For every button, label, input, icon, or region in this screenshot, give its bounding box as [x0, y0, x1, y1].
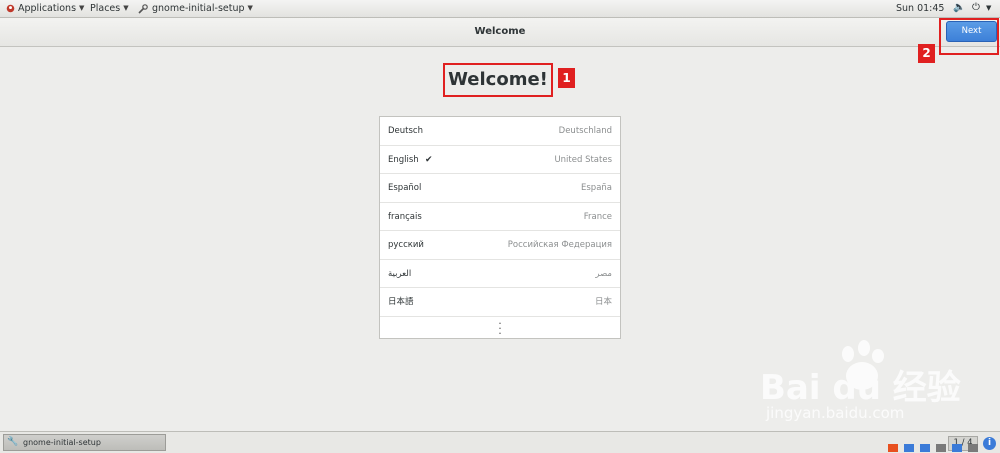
- language-name: Deutsch: [388, 126, 423, 136]
- language-country: 日本: [594, 297, 612, 307]
- more-vertical-icon: · · ·: [498, 316, 502, 340]
- language-country: France: [583, 211, 612, 222]
- wrench-icon: [138, 3, 148, 14]
- bottom-panel: 🔧 gnome-initial-setup 1 / 4 i: [0, 431, 1000, 453]
- language-country: España: [581, 183, 612, 193]
- top-panel: Applications ▼ Places ▼ gnome-initial-se…: [0, 0, 1000, 18]
- tray-strip: [888, 444, 1000, 452]
- app-menu[interactable]: gnome-initial-setup ▼: [137, 0, 253, 17]
- volume-icon[interactable]: 🔈: [953, 2, 965, 14]
- chevron-down-icon: ▼: [247, 4, 253, 12]
- header-title: Welcome: [474, 26, 526, 37]
- checkmark-icon: ✔: [425, 154, 433, 165]
- language-list: Deutsch Deutschland English ✔ United Sta…: [379, 116, 621, 339]
- watermark-main: Bai du 经验: [760, 368, 961, 408]
- tray-item-icon: [952, 444, 962, 452]
- annotation-box-2: [939, 18, 999, 55]
- language-row-francais[interactable]: français France: [380, 203, 620, 231]
- wrench-icon: 🔧: [7, 437, 19, 447]
- language-name: English: [388, 154, 419, 165]
- applications-menu[interactable]: Applications ▼: [6, 0, 84, 17]
- language-name: 日本語: [388, 297, 414, 307]
- places-label: Places: [90, 3, 121, 14]
- language-row-russian[interactable]: русский Российская Федерация: [380, 231, 620, 260]
- language-row-english[interactable]: English ✔ United States: [380, 146, 620, 174]
- tray-item-icon: [904, 444, 914, 452]
- language-country: مصر: [595, 268, 612, 279]
- chevron-down-icon: ▼: [79, 4, 85, 12]
- app-menu-label: gnome-initial-setup: [152, 3, 245, 14]
- watermark-sub: jingyan.baidu.com: [766, 404, 905, 422]
- language-row-deutsch[interactable]: Deutsch Deutschland: [380, 117, 620, 146]
- header-bar: Welcome: [0, 18, 1000, 47]
- language-country: Российская Федерация: [507, 240, 612, 250]
- tray-item-icon: [936, 444, 946, 452]
- chevron-down-icon: ▼: [123, 4, 129, 12]
- language-country: Deutschland: [558, 126, 612, 136]
- annotation-number-1: 1: [558, 68, 575, 88]
- language-row-japanese[interactable]: 日本語 日本: [380, 288, 620, 317]
- language-country: United States: [554, 154, 612, 165]
- language-name: русский: [388, 240, 424, 250]
- language-row-espanol[interactable]: Español España: [380, 174, 620, 203]
- more-languages-button[interactable]: · · ·: [380, 317, 620, 340]
- tray-item-icon: [968, 444, 978, 452]
- clock[interactable]: Sun 01:45: [896, 0, 944, 17]
- annotation-box-1: [443, 63, 553, 97]
- taskbar-window-label: gnome-initial-setup: [23, 438, 101, 447]
- annotation-number-2: 2: [918, 44, 935, 63]
- tray-item-icon: [920, 444, 930, 452]
- tray-item-icon: [888, 444, 898, 452]
- taskbar-window-button[interactable]: 🔧 gnome-initial-setup: [3, 434, 166, 451]
- applications-label: Applications: [18, 3, 77, 14]
- language-name: français: [388, 211, 422, 222]
- power-icon[interactable]: ⏻: [972, 2, 980, 14]
- language-name: العربية: [388, 268, 412, 279]
- places-menu[interactable]: Places ▼: [90, 0, 129, 17]
- applications-icon: [6, 4, 15, 13]
- language-row-arabic[interactable]: العربية مصر: [380, 260, 620, 288]
- chevron-down-icon[interactable]: ▼: [986, 2, 991, 14]
- language-name: Español: [388, 183, 422, 193]
